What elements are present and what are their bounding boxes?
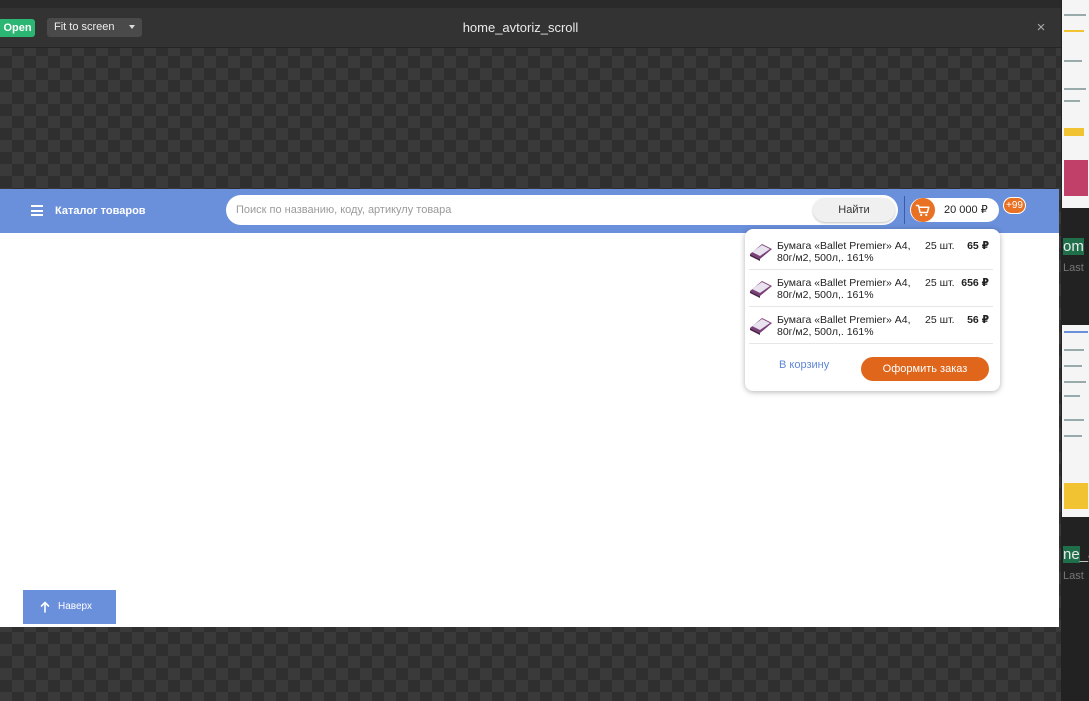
cart-count-badge: +99 xyxy=(1003,197,1026,214)
cart-button[interactable]: 20 000 ₽ xyxy=(910,198,999,222)
to-cart-link[interactable]: В корзину xyxy=(779,358,829,372)
cart-item[interactable]: Бумага «Ballet Premier» А4, 80г/м2, 500л… xyxy=(749,270,993,307)
thumbnail-preview[interactable] xyxy=(1062,325,1089,517)
scroll-to-top-button[interactable]: Наверх xyxy=(23,590,116,624)
header-divider xyxy=(904,196,905,224)
cart-item[interactable]: Бумага «Ballet Premier» А4, 80г/м2, 500л… xyxy=(749,307,993,344)
checkout-button[interactable]: Оформить заказ xyxy=(861,357,989,381)
thumbnail-title: ne_a xyxy=(1063,546,1089,563)
thumbnail-subtitle: Last xyxy=(1063,570,1084,582)
cart-item-price: 65 ₽ xyxy=(967,240,989,252)
cart-dropdown: Бумага «Ballet Premier» А4, 80г/м2, 500л… xyxy=(745,229,1000,391)
product-thumbnail-icon xyxy=(750,318,772,335)
search-button[interactable]: Найти xyxy=(813,198,895,222)
artboard: Каталог товаров Найти 20 000 ₽ +99 xyxy=(0,189,1059,627)
catalog-link[interactable]: Каталог товаров xyxy=(55,203,146,219)
thumbnail-subtitle: Last xyxy=(1063,262,1084,274)
cart-item-name: Бумага «Ballet Premier» А4, 80г/м2, 500л… xyxy=(777,314,911,338)
thumbnail-title: om xyxy=(1063,238,1084,255)
close-icon[interactable]: × xyxy=(1033,18,1049,38)
side-thumbnail-panel: om Last ne_a Last xyxy=(1061,0,1089,701)
cart-item-qty: 25 шт. xyxy=(925,240,955,252)
scroll-to-top-label: Наверх xyxy=(58,601,92,612)
site-header: Каталог товаров Найти 20 000 ₽ +99 xyxy=(0,189,1059,233)
cart-item-name: Бумага «Ballet Premier» А4, 80г/м2, 500л… xyxy=(777,240,911,264)
cart-item-qty: 25 шт. xyxy=(925,277,955,289)
thumbnail-preview[interactable] xyxy=(1062,0,1089,208)
search-box: Найти xyxy=(226,195,898,225)
cart-item-name: Бумага «Ballet Premier» А4, 80г/м2, 500л… xyxy=(777,277,911,301)
cart-icon xyxy=(911,198,935,222)
cart-item-qty: 25 шт. xyxy=(925,314,955,326)
product-thumbnail-icon xyxy=(750,244,772,261)
product-thumbnail-icon xyxy=(750,281,772,298)
search-input[interactable] xyxy=(236,195,806,225)
hamburger-menu-icon[interactable] xyxy=(31,205,43,216)
cart-item-price: 56 ₽ xyxy=(967,314,989,326)
cart-item-price: 656 ₽ xyxy=(961,277,989,289)
window-title: home_avtoriz_scroll xyxy=(462,20,579,35)
cart-total: 20 000 ₽ xyxy=(944,204,988,216)
arrow-up-icon xyxy=(40,601,50,613)
cart-item[interactable]: Бумага «Ballet Premier» А4, 80г/м2, 500л… xyxy=(749,233,993,270)
